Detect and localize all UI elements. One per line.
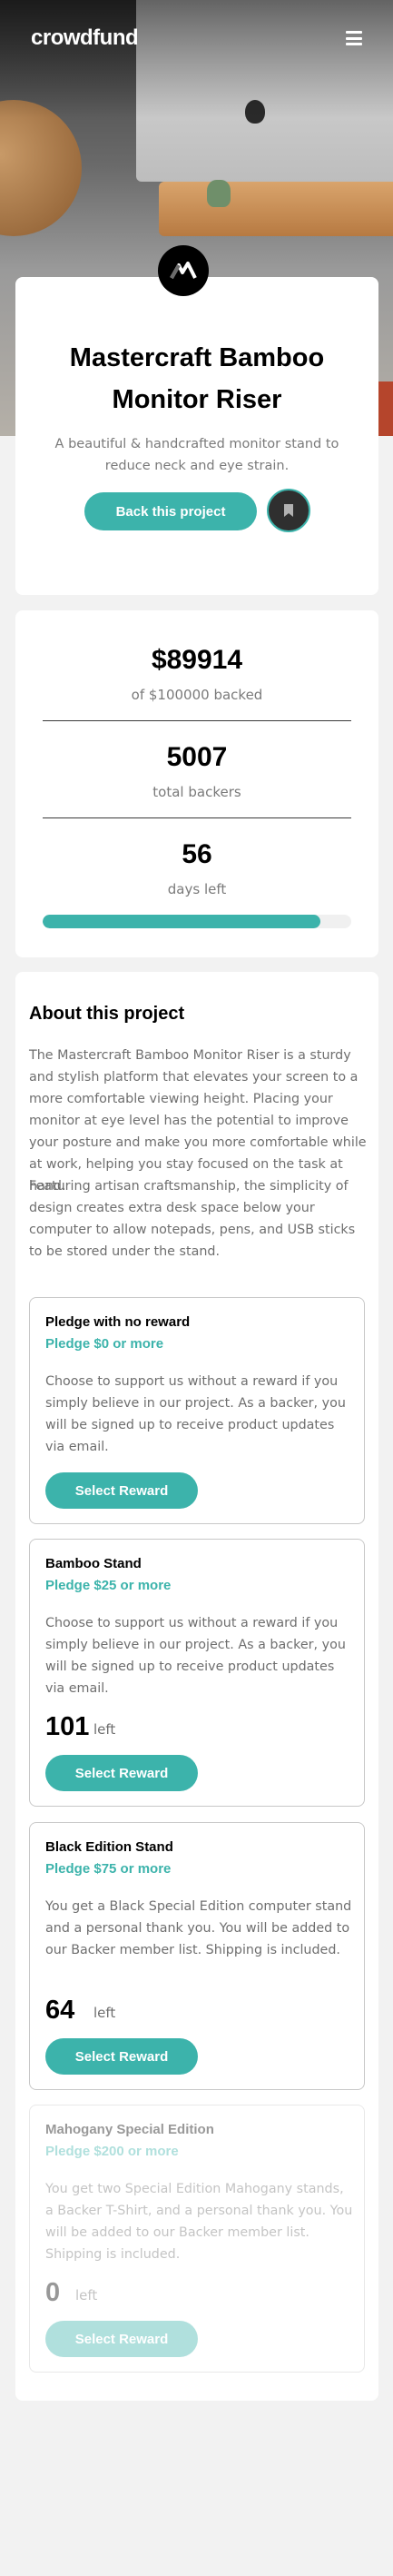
reward-left-count: 101	[45, 1712, 90, 1741]
progress-fill	[43, 915, 320, 928]
reward-left-label: left	[93, 2005, 116, 2021]
mastercraft-logo-glyph	[170, 262, 197, 279]
project-description: A beautiful & handcrafted monitor stand …	[54, 437, 339, 473]
hamburger-icon[interactable]	[346, 31, 362, 45]
hamburger-bar	[346, 31, 362, 34]
stats-card: $89914 of $100000 backed 5007 total back…	[15, 610, 378, 957]
hero-stand	[159, 182, 393, 236]
days-left-label: days left	[167, 881, 227, 897]
about-card: About this project The Mastercraft Bambo…	[15, 972, 378, 2401]
reward-card-bamboo-stand: Bamboo Stand Pledge $25 or more Choose t…	[29, 1539, 365, 1807]
reward-description: You get a Black Special Edition computer…	[45, 1899, 352, 1957]
reward-pledge: Pledge $75 or more	[45, 1861, 172, 1877]
reward-pledge: Pledge $0 or more	[45, 1336, 164, 1352]
stats-divider	[43, 817, 351, 818]
reward-name: Black Edition Stand	[45, 1839, 173, 1855]
progress-bar	[43, 915, 351, 928]
reward-name: Mahogany Special Edition	[45, 2122, 214, 2137]
hamburger-bar	[346, 43, 362, 45]
reward-card-no-reward: Pledge with no reward Pledge $0 or more …	[29, 1297, 365, 1524]
amount-backed-label: of $100000 backed	[131, 687, 263, 703]
about-paragraph: Featuring artisan craftsmanship, the sim…	[29, 1179, 356, 1259]
reward-card-black-edition: Black Edition Stand Pledge $75 or more Y…	[29, 1822, 365, 2090]
reward-description: You get two Special Edition Mahogany sta…	[45, 2182, 353, 2262]
select-reward-button-disabled: Select Reward	[45, 2321, 198, 2357]
reward-name: Bamboo Stand	[45, 1556, 142, 1571]
stats-divider	[43, 720, 351, 721]
select-reward-button[interactable]: Select Reward	[45, 1472, 198, 1509]
select-reward-button[interactable]: Select Reward	[45, 2038, 198, 2075]
about-title: About this project	[29, 1004, 185, 1024]
back-project-button[interactable]: Back this project	[84, 492, 257, 530]
reward-description: Choose to support us without a reward if…	[45, 1616, 346, 1696]
site-logo[interactable]: crowdfund	[31, 25, 139, 51]
project-intro-card: Mastercraft Bamboo Monitor Riser A beaut…	[15, 277, 378, 595]
reward-left-label: left	[75, 2287, 98, 2304]
reward-left-count: 64	[45, 1996, 75, 2025]
reward-card-mahogany-edition: Mahogany Special Edition Pledge $200 or …	[29, 2105, 365, 2373]
reward-left-count: 0	[45, 2278, 61, 2307]
bookmark-button[interactable]	[267, 489, 310, 532]
navbar: crowdfund	[0, 0, 393, 76]
amount-backed: $89914	[151, 645, 243, 675]
hero-figurine	[207, 180, 231, 207]
page-title: Mastercraft Bamboo Monitor Riser	[69, 343, 325, 414]
reward-pledge: Pledge $200 or more	[45, 2144, 179, 2159]
total-backers: 5007	[166, 742, 228, 772]
select-reward-button[interactable]: Select Reward	[45, 1755, 198, 1791]
reward-left-label: left	[93, 1721, 116, 1738]
reward-pledge: Pledge $25 or more	[45, 1578, 172, 1593]
reward-name: Pledge with no reward	[45, 1314, 191, 1330]
bookmark-icon	[284, 504, 293, 517]
days-left: 56	[182, 839, 212, 869]
total-backers-label: total backers	[152, 784, 241, 800]
hamburger-bar	[346, 36, 362, 40]
hero-decor-orb	[0, 100, 82, 236]
reward-description: Choose to support us without a reward if…	[45, 1374, 346, 1454]
mastercraft-logo-icon	[158, 245, 209, 296]
about-paragraph: The Mastercraft Bamboo Monitor Riser is …	[29, 1048, 367, 1194]
